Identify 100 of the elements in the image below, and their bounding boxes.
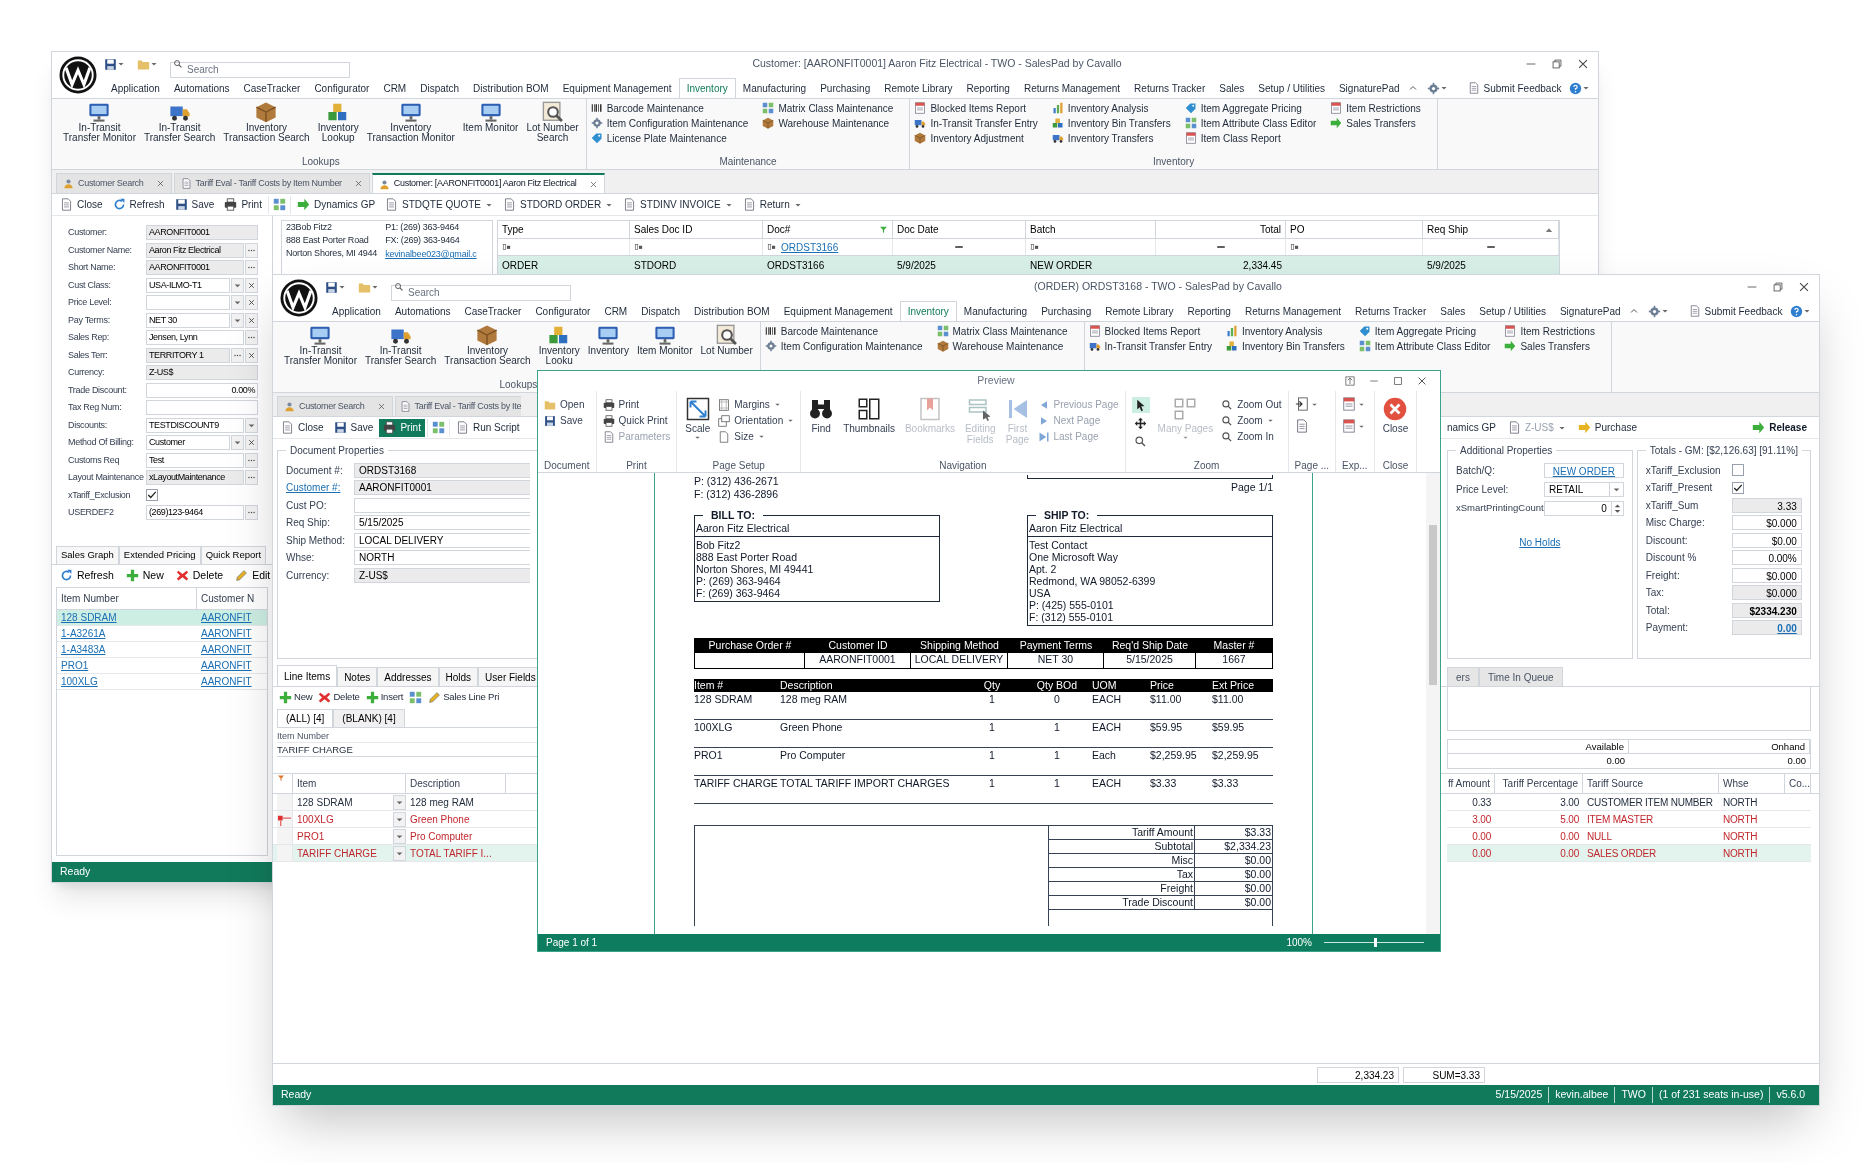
help-icon[interactable]	[1569, 81, 1583, 95]
ribbon-item[interactable]: Zoom	[1221, 413, 1282, 428]
menu-tab[interactable]: Remote Library	[1098, 301, 1181, 321]
clear-button[interactable]	[245, 312, 258, 328]
table-row[interactable]: ORDER STDORD ORDST3166 5/9/2025 NEW ORDER 2,334.45 5/9/2025	[498, 256, 1559, 274]
panel-tab[interactable]: ers	[1447, 667, 1479, 686]
dropdown-button[interactable]: STDINV INVOICE	[619, 195, 737, 214]
ribbon-item[interactable]: In-Transit Transfer Entry	[1088, 339, 1212, 353]
ribbon-item[interactable]: Barcode Maintenance	[590, 101, 749, 115]
table-row[interactable]: 128 SDRAM 128 meg RAM	[273, 794, 538, 811]
ribbon-button[interactable]: Inventory Transaction Monitor	[363, 101, 458, 143]
search-field[interactable]: Search	[170, 61, 350, 78]
input-field[interactable]: (269)123-9464	[146, 505, 244, 521]
ribbon-item[interactable]: Sales Transfers	[1504, 339, 1595, 353]
filter-cell[interactable]: ORDST3166	[763, 239, 893, 255]
dropdown-button[interactable]: Return	[738, 195, 806, 214]
ribbon-button[interactable]: Inventory Transaction Search	[441, 324, 534, 366]
ribbon-item[interactable]: Item Restrictions	[1330, 101, 1421, 115]
menu-tab[interactable]: Purchasing	[813, 78, 878, 98]
menu-tab[interactable]: Returns Tracker	[1127, 78, 1213, 98]
ribbon-item[interactable]: Warehouse Maintenance	[762, 116, 894, 130]
ribbon-item[interactable]: Quick Print	[602, 413, 671, 428]
menu-tab[interactable]: Setup / Utilities	[1472, 301, 1553, 321]
column-header[interactable]: PO	[1286, 221, 1423, 238]
toolbar-button[interactable]: Print	[220, 195, 266, 214]
ribbon-button[interactable]: Item Monitor	[633, 324, 696, 356]
customer-link[interactable]: AARONFIT	[197, 673, 256, 689]
ribbon-button[interactable]: In-Transit Transfer Monitor	[281, 324, 360, 366]
toolbar-button[interactable]: New	[277, 688, 315, 707]
amount-field[interactable]: $0.000	[1731, 585, 1802, 601]
input-field[interactable]: Z-US$	[354, 567, 530, 583]
more-button[interactable]	[245, 470, 258, 486]
logo-icon[interactable]	[280, 279, 318, 317]
menu-tab[interactable]: Sales	[1433, 301, 1473, 321]
item-link[interactable]: 100XLG	[57, 673, 197, 689]
number-field[interactable]: 0	[1544, 501, 1624, 516]
input-field[interactable]: TESTDISCOUNT9	[146, 417, 244, 433]
document-tab[interactable]: Tariff Eval - Tariff Costs by Ite	[394, 396, 522, 416]
input-field[interactable]: AARONFIT0001	[354, 480, 530, 496]
gear-icon[interactable]	[1647, 304, 1661, 318]
input-field[interactable]: NET 30	[146, 312, 230, 328]
ribbon-item[interactable]: Blocked Items Report	[1088, 324, 1212, 338]
menu-tab[interactable]: Inventory	[899, 301, 957, 321]
customer-link[interactable]: AARONFIT	[197, 609, 256, 625]
item-link[interactable]: 1-A3483A	[57, 641, 197, 657]
column-header[interactable]: Batch	[1026, 221, 1156, 238]
input-field[interactable]: 0.00%	[146, 382, 258, 398]
ribbon-item[interactable]: Item Configuration Maintenance	[764, 339, 923, 353]
menu-tab[interactable]: Purchasing	[1034, 301, 1099, 321]
ribbon-item[interactable]: Zoom In	[1221, 429, 1282, 444]
table-row[interactable]: TARIFF CHARGE TOTAL TARIFF I...	[273, 845, 538, 862]
ribbon-button[interactable]: Item Monitor	[459, 101, 522, 133]
menu-tab[interactable]: Configurator	[307, 78, 377, 98]
ribbon-item[interactable]: Inventory Analysis	[1051, 101, 1171, 115]
ribbon-item[interactable]: Matrix Class Maintenance	[936, 324, 1068, 338]
close-icon[interactable]	[588, 179, 598, 189]
input-field[interactable]: AARONFIT0001	[146, 225, 258, 241]
customer-link[interactable]: AARONFIT	[197, 641, 256, 657]
menu-tab[interactable]: Reporting	[959, 78, 1017, 98]
menu-tab[interactable]: CaseTracker	[236, 78, 308, 98]
table-row[interactable]: 0.00 0.00 SALES ORDER NORTH	[1447, 845, 1811, 862]
panel-tab[interactable]: Extended Pricing	[118, 545, 201, 564]
dropdown-button[interactable]: STDQTE QUOTE	[381, 195, 497, 214]
column-header[interactable]: Item Number	[57, 587, 197, 609]
menu-tab[interactable]: Returns Management	[1016, 78, 1128, 98]
filter-tab[interactable]: (BLANK) [4]	[333, 709, 405, 727]
menu-tab[interactable]: Distribution BOM	[466, 78, 556, 98]
ribbon-item[interactable]: Orientation	[718, 413, 795, 428]
menu-tab[interactable]: Configurator	[528, 301, 598, 321]
restore-icon[interactable]	[1771, 280, 1785, 294]
slider-thumb[interactable]	[1374, 938, 1377, 947]
ribbon-item[interactable]: Inventory Bin Transfers	[1051, 116, 1171, 130]
column-header[interactable]: Onhand	[1629, 740, 1810, 753]
toolbar-button[interactable]: Insert	[363, 688, 406, 707]
toolbar-button[interactable]: Delete	[316, 688, 362, 707]
ribbon-item[interactable]: License Plate Maintenance	[590, 131, 749, 145]
document-tab[interactable]: Tariff Eval - Tariff Costs by Item Number	[173, 173, 370, 193]
menu-tab[interactable]: Equipment Management	[776, 301, 900, 321]
ribbon-button[interactable]: Inventory Transaction Search	[220, 101, 313, 143]
restore-icon[interactable]	[1550, 57, 1564, 71]
ribbon-item[interactable]: Save	[544, 413, 585, 428]
feedback-button[interactable]: Submit Feedback	[1467, 80, 1562, 96]
toolbar-button[interactable]: Delete	[171, 567, 228, 584]
quick-access-button[interactable]	[325, 280, 346, 294]
clear-button[interactable]	[245, 347, 258, 363]
scrollbar[interactable]	[1426, 473, 1440, 934]
toolbar-button[interactable]: Dynamics GP	[292, 195, 380, 214]
column-header[interactable]: Item	[293, 774, 406, 793]
ribbon-item[interactable]: Warehouse Maintenance	[936, 339, 1068, 353]
toolbar-button[interactable]	[426, 418, 450, 437]
ribbon-item[interactable]: Item Attribute Class Editor	[1184, 116, 1317, 130]
dropdown-button[interactable]	[393, 811, 406, 827]
tool-button[interactable]	[1131, 397, 1150, 413]
close-icon[interactable]	[1797, 280, 1811, 294]
amount-field[interactable]: $0.000	[1731, 515, 1802, 531]
close-icon[interactable]	[1576, 57, 1590, 71]
input-field[interactable]: 5/15/2025	[354, 515, 530, 531]
ribbon-item[interactable]: Item Aggregate Pricing	[1358, 324, 1491, 338]
column-header[interactable]: ff Amount	[1447, 774, 1495, 793]
menu-tab[interactable]: Manufacturing	[956, 301, 1035, 321]
